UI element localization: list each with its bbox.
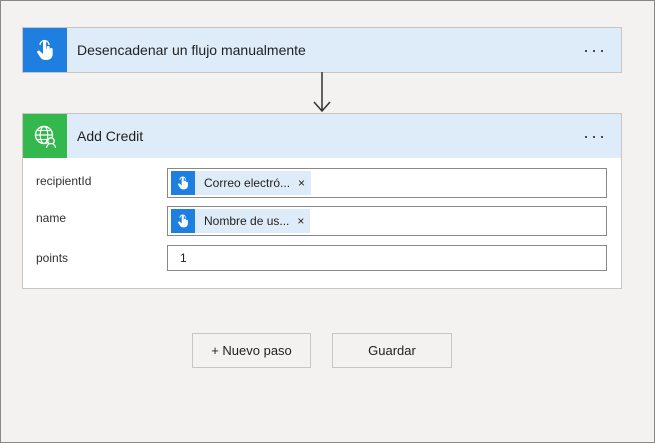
dynamic-content-token[interactable]: Correo electró... × [171,171,312,195]
token-label: Correo electró... [204,176,291,190]
field-label-points: points [36,251,69,265]
action-more-options-icon[interactable]: ··· [583,127,607,145]
touch-icon [23,28,67,72]
action-card[interactable]: Add Credit ··· recipientId Correo electr… [22,113,622,289]
connector-arrow-icon [313,72,331,113]
trigger-more-options-icon[interactable]: ··· [583,41,607,59]
touch-icon [171,209,195,233]
points-input[interactable]: 1 [167,245,607,271]
new-step-button[interactable]: + Nuevo paso [192,333,311,368]
token-remove-icon[interactable]: × [297,214,310,228]
save-button[interactable]: Guardar [332,333,452,368]
points-value: 1 [180,251,187,265]
trigger-card-header[interactable]: Desencadenar un flujo manualmente ··· [23,28,621,72]
name-input[interactable]: Nombre de us... × [167,206,607,236]
recipientid-input[interactable]: Correo electró... × [167,168,607,198]
trigger-card[interactable]: Desencadenar un flujo manualmente ··· [22,27,622,73]
field-label-name: name [36,211,67,225]
trigger-title: Desencadenar un flujo manualmente [77,42,306,58]
touch-icon [171,171,195,195]
token-remove-icon[interactable]: × [298,176,311,190]
action-card-header[interactable]: Add Credit ··· [23,114,621,158]
dynamic-content-token[interactable]: Nombre de us... × [171,209,311,233]
globe-person-icon [23,114,67,158]
token-label: Nombre de us... [204,214,290,228]
field-label-recipientid: recipientId [36,174,92,188]
action-title: Add Credit [77,128,144,144]
